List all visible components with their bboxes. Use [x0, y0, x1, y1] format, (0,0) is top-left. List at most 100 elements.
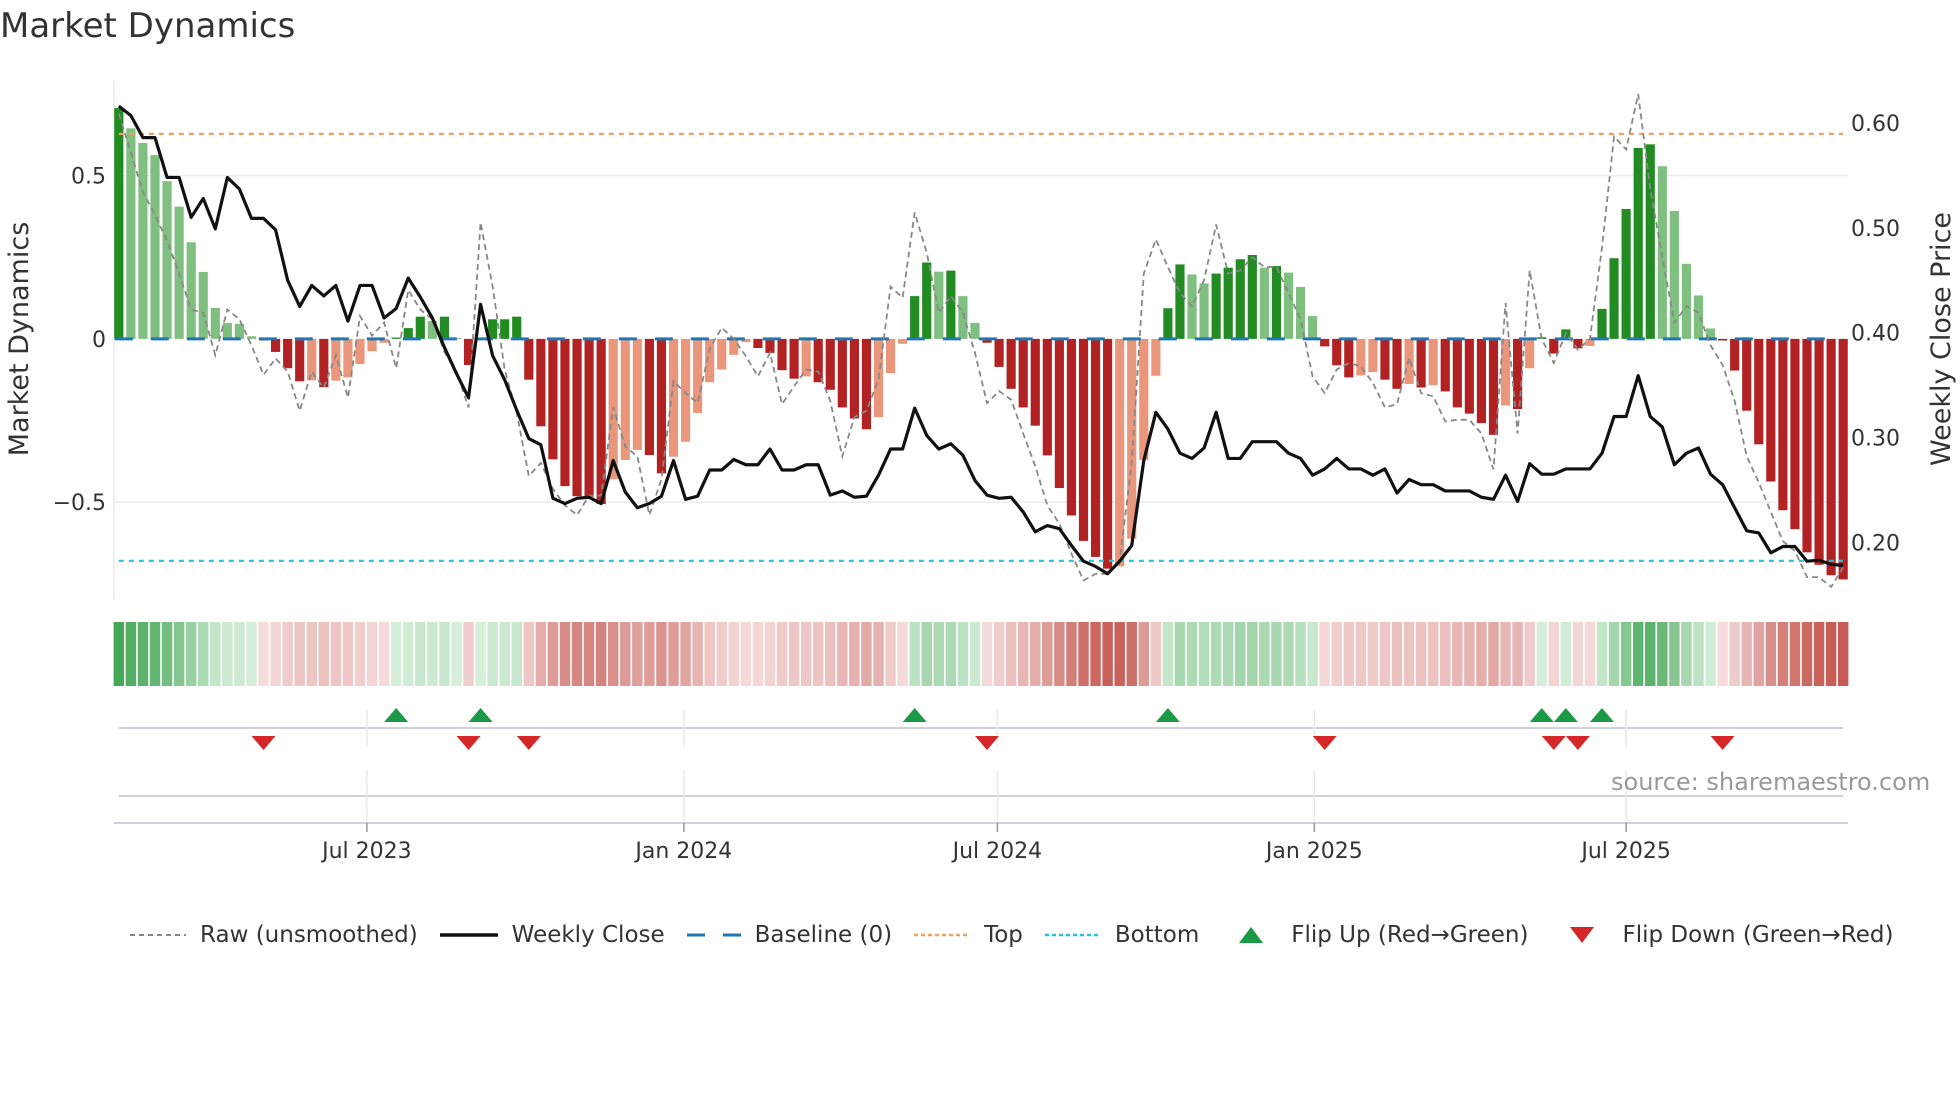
bar: [644, 338, 654, 456]
heat-cell: [210, 622, 221, 686]
bar: [1766, 338, 1776, 482]
bar: [1392, 338, 1402, 389]
heat-cell: [1222, 622, 1234, 686]
legend-label: Top: [984, 922, 1023, 948]
heat-cell: [764, 622, 776, 686]
heat-cell: [559, 622, 571, 686]
heat-cell: [632, 622, 643, 686]
bar: [1175, 264, 1185, 339]
bar: [126, 128, 136, 339]
bar: [1633, 147, 1643, 339]
bar: [198, 271, 208, 339]
heat-cell: [1693, 622, 1704, 686]
bar: [1814, 338, 1824, 565]
heat-cell: [451, 622, 462, 686]
heat-cell: [716, 622, 727, 686]
heat-cell: [427, 622, 438, 686]
heat-cell: [1632, 622, 1644, 686]
bar: [1681, 263, 1691, 339]
bar: [1754, 338, 1764, 445]
bar: [946, 270, 956, 339]
triangle-up-icon: [1239, 927, 1264, 943]
legend-item-flip-up: Flip Up (Red→Green): [1237, 922, 1528, 948]
heat-cell: [1584, 622, 1596, 686]
heat-cell: [873, 622, 884, 686]
flip-up-marker: [902, 708, 927, 722]
heat-cell: [607, 622, 619, 686]
bar: [693, 338, 703, 413]
heat-cell: [354, 622, 366, 686]
flip-down-marker: [251, 736, 276, 750]
flip-up-marker: [1155, 708, 1180, 722]
bar: [596, 338, 606, 505]
legend-item-flip-down: Flip Down (Green→Red): [1568, 922, 1893, 948]
legend-baseline-swatch: [686, 933, 741, 937]
heat-cell: [1765, 622, 1777, 686]
bar: [1742, 338, 1752, 411]
y-axis-title-left: Market Dynamics: [4, 222, 35, 457]
legend-label: Baseline (0): [754, 922, 893, 948]
heat-cell: [1210, 622, 1222, 686]
y-tick-label-right: 0.20: [1851, 531, 1900, 556]
heat-cell: [800, 622, 812, 686]
bar: [1368, 338, 1378, 373]
bar: [234, 323, 244, 339]
flip-down-marker: [1541, 736, 1566, 750]
heat-cell: [330, 622, 342, 686]
y-tick-label-right: 0.30: [1851, 426, 1900, 451]
heat-cell: [1452, 622, 1463, 686]
heat-cell: [595, 622, 607, 686]
heat-cell: [1271, 622, 1282, 686]
flip-down-marker: [975, 736, 1000, 750]
bar: [922, 262, 932, 339]
y-tick-label-right: 0.40: [1851, 322, 1900, 347]
legend-top-swatch: [914, 933, 971, 937]
heat-cell: [1138, 622, 1150, 686]
heat-cell: [1536, 622, 1547, 686]
source-note: source: sharemaestro.com: [1611, 768, 1931, 796]
bar: [1247, 254, 1257, 339]
heat-cell: [463, 622, 474, 686]
bar: [1718, 338, 1728, 341]
heat-cell: [752, 622, 764, 686]
heat-cell: [885, 622, 896, 686]
bar: [1609, 258, 1619, 339]
raw-line: [117, 93, 1844, 589]
heat-cell: [1126, 622, 1137, 686]
flip-up-marker: [384, 708, 409, 722]
bar: [1597, 308, 1607, 339]
bar: [994, 338, 1004, 367]
bar: [536, 338, 546, 427]
heat-cell: [1247, 622, 1258, 686]
y-tick-label-left: −0.5: [53, 491, 106, 516]
bar: [1054, 338, 1064, 489]
heat-cell: [1078, 622, 1089, 686]
y-axis-title-right: Weekly Close Price: [1926, 212, 1957, 466]
bar: [1802, 338, 1812, 553]
bar: [150, 155, 160, 339]
heat-cell: [1005, 622, 1017, 686]
bar: [1476, 338, 1487, 424]
heat-cell: [318, 622, 330, 686]
bar: [319, 338, 329, 388]
bar: [1549, 338, 1559, 354]
heat-cell: [1777, 622, 1789, 686]
bar: [632, 338, 642, 450]
heat-cell: [113, 622, 125, 686]
bar: [1778, 338, 1788, 511]
heat-cell: [1090, 622, 1101, 686]
heat-cell: [161, 622, 173, 686]
heat-cell: [1427, 622, 1439, 686]
bar: [1645, 144, 1655, 339]
heat-cell: [342, 622, 354, 686]
legend-item-close: Weekly Close: [439, 922, 665, 948]
bar: [1259, 267, 1269, 339]
bar: [1513, 338, 1523, 410]
heat-cell: [1235, 622, 1246, 686]
heat-cell: [1066, 622, 1077, 686]
bar: [789, 338, 799, 379]
bar: [283, 338, 293, 369]
bar: [1127, 338, 1137, 539]
bar: [403, 328, 413, 339]
heat-cell: [656, 622, 667, 686]
